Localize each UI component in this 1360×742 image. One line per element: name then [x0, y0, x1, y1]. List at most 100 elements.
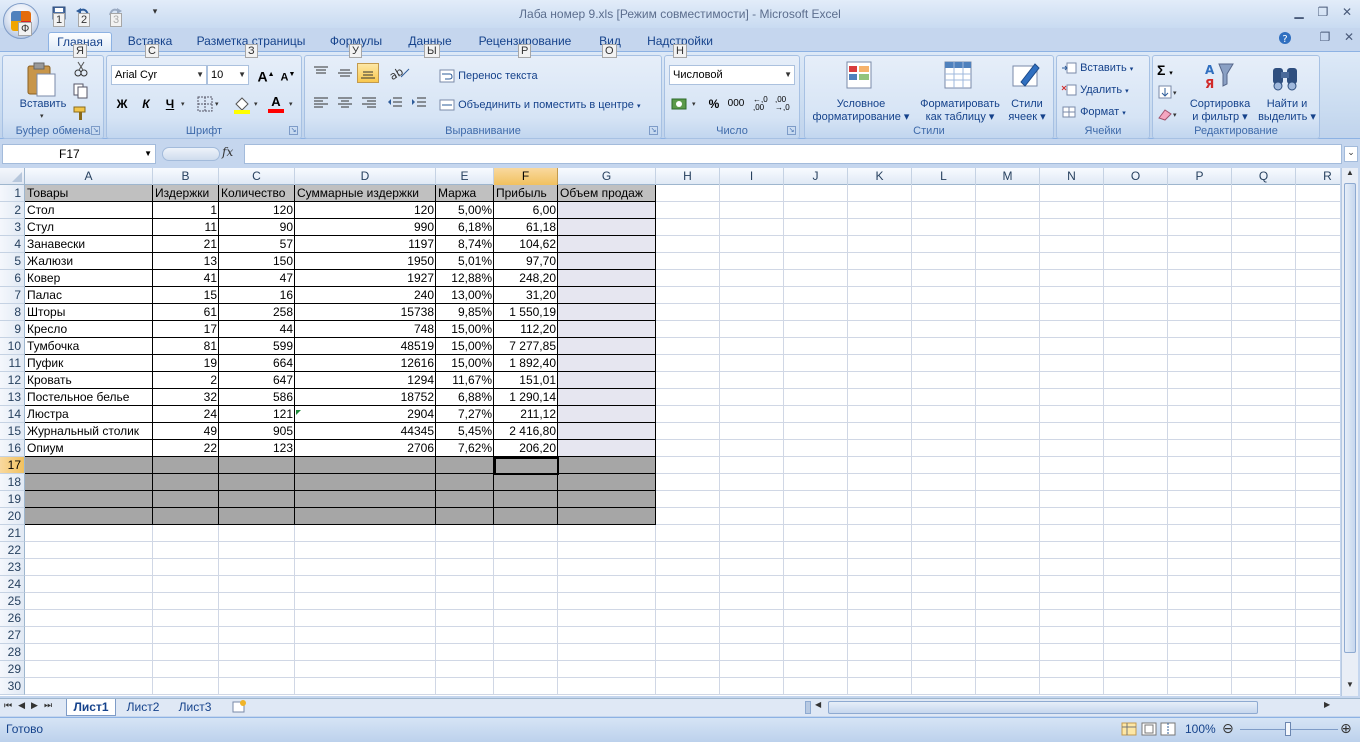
wrap-text-button[interactable]: Перенос текста	[439, 66, 538, 86]
table-cell[interactable]: Стул	[25, 219, 153, 236]
table-cell[interactable]: 31,20	[494, 287, 558, 304]
table-cell[interactable]: 49	[153, 423, 219, 440]
header-cell[interactable]: Объем продаж	[558, 185, 656, 202]
table-cell[interactable]: 2	[153, 372, 219, 389]
paste-dropdown-icon[interactable]: ▾	[40, 112, 44, 120]
table-cell[interactable]: Журнальный столик	[25, 423, 153, 440]
sheet-nav-icons[interactable]: ⏮◀▶⏭	[4, 700, 58, 711]
autosum-icon[interactable]: Σ ▾	[1157, 62, 1173, 78]
column-header-i[interactable]: I	[720, 168, 784, 185]
row-header-21[interactable]: 21	[0, 525, 25, 542]
align-right-icon[interactable]	[361, 96, 377, 113]
column-header-a[interactable]: A	[25, 168, 153, 185]
row-header-3[interactable]: 3	[0, 219, 25, 236]
table-cell[interactable]: 905	[219, 423, 295, 440]
table-cell[interactable]: Жалюзи	[25, 253, 153, 270]
table-cell[interactable]: 748	[295, 321, 436, 338]
table-cell[interactable]: 5,01%	[436, 253, 494, 270]
column-header-p[interactable]: P	[1168, 168, 1232, 185]
page-break-view-icon[interactable]	[1160, 722, 1176, 739]
italic-button[interactable]: К	[135, 94, 157, 114]
minimize-icon[interactable]: ▁	[1290, 5, 1308, 21]
table-cell[interactable]: 206,20	[494, 440, 558, 457]
row-header-5[interactable]: 5	[0, 253, 25, 270]
row-header-14[interactable]: 14	[0, 406, 25, 423]
customize-qat-icon[interactable]: ▾	[146, 6, 164, 22]
volume-cell[interactable]	[558, 372, 656, 389]
row-header-9[interactable]: 9	[0, 321, 25, 338]
format-as-table-icon[interactable]	[943, 60, 975, 95]
orientation-icon[interactable]: ab	[387, 65, 413, 84]
shrink-font-button[interactable]: A▼	[277, 65, 299, 85]
table-cell[interactable]: Люстра	[25, 406, 153, 423]
table-cell[interactable]: 1294	[295, 372, 436, 389]
table-cell[interactable]: 586	[219, 389, 295, 406]
table-cell[interactable]: 647	[219, 372, 295, 389]
merge-center-button[interactable]: Объединить и поместить в центре ▾	[439, 95, 641, 115]
header-cell[interactable]: Издержки	[153, 185, 219, 202]
table-cell[interactable]: 5,45%	[436, 423, 494, 440]
row-header-20[interactable]: 20	[0, 508, 25, 525]
row-header-25[interactable]: 25	[0, 593, 25, 610]
table-cell[interactable]: 1 892,40	[494, 355, 558, 372]
row-header-18[interactable]: 18	[0, 474, 25, 491]
table-cell[interactable]: 11,67%	[436, 372, 494, 389]
row-header-28[interactable]: 28	[0, 644, 25, 661]
table-cell[interactable]: 13,00%	[436, 287, 494, 304]
table-cell[interactable]: 258	[219, 304, 295, 321]
table-cell[interactable]: 121	[219, 406, 295, 423]
volume-cell[interactable]	[558, 219, 656, 236]
table-cell[interactable]: 6,88%	[436, 389, 494, 406]
table-cell[interactable]: 120	[219, 202, 295, 219]
row-header-6[interactable]: 6	[0, 270, 25, 287]
worksheet-grid[interactable]: Товары Издержки Количество Суммарные издерж…	[0, 168, 1340, 696]
table-cell[interactable]: Занавески	[25, 236, 153, 253]
table-cell[interactable]: 15,00%	[436, 355, 494, 372]
table-cell[interactable]: 41	[153, 270, 219, 287]
volume-cell[interactable]	[558, 355, 656, 372]
thousands-button[interactable]: 000	[725, 94, 747, 114]
column-header-k[interactable]: K	[848, 168, 912, 185]
increase-indent-icon[interactable]	[411, 96, 427, 113]
row-header-30[interactable]: 30	[0, 678, 25, 695]
table-cell[interactable]: 44345	[295, 423, 436, 440]
table-cell[interactable]: 2706	[295, 440, 436, 457]
table-cell[interactable]: 16	[219, 287, 295, 304]
table-cell[interactable]: 11	[153, 219, 219, 236]
column-header-b[interactable]: B	[153, 168, 219, 185]
zoom-level[interactable]: 100%	[1185, 722, 1216, 736]
table-cell[interactable]: 44	[219, 321, 295, 338]
volume-cell[interactable]	[558, 321, 656, 338]
table-cell[interactable]: Ковер	[25, 270, 153, 287]
underline-button[interactable]: Ч	[159, 94, 181, 114]
align-left-icon[interactable]	[313, 96, 329, 113]
table-cell[interactable]: 90	[219, 219, 295, 236]
font-color-dropdown-icon[interactable]: ▾	[289, 100, 293, 108]
row-header-19[interactable]: 19	[0, 491, 25, 508]
grow-font-button[interactable]: A▲	[255, 65, 277, 85]
table-cell[interactable]: 211,12	[494, 406, 558, 423]
volume-cell[interactable]	[558, 253, 656, 270]
font-size-dropdown-icon[interactable]: ▼	[238, 66, 246, 84]
table-cell[interactable]: 13	[153, 253, 219, 270]
column-header-l[interactable]: L	[912, 168, 976, 185]
table-cell[interactable]: 15,00%	[436, 338, 494, 355]
volume-cell[interactable]	[558, 236, 656, 253]
fill-color-dropdown-icon[interactable]: ▾	[254, 100, 258, 108]
volume-cell[interactable]	[558, 406, 656, 423]
table-cell[interactable]: 1 290,14	[494, 389, 558, 406]
header-cell[interactable]: Маржа	[436, 185, 494, 202]
copy-icon[interactable]	[73, 83, 89, 102]
volume-cell[interactable]	[558, 287, 656, 304]
table-cell[interactable]: 151,01	[494, 372, 558, 389]
row-header-16[interactable]: 16	[0, 440, 25, 457]
row-header-10[interactable]: 10	[0, 338, 25, 355]
sort-filter-button[interactable]: Сортировка и фильтр ▾	[1185, 98, 1255, 124]
doc-close-icon[interactable]: ✕	[1340, 30, 1358, 46]
column-header-h[interactable]: H	[656, 168, 720, 185]
column-header-c[interactable]: C	[219, 168, 295, 185]
table-cell[interactable]: 97,70	[494, 253, 558, 270]
table-cell[interactable]: 664	[219, 355, 295, 372]
row-header-26[interactable]: 26	[0, 610, 25, 627]
sheet-tab-2[interactable]: Лист2	[120, 699, 166, 716]
